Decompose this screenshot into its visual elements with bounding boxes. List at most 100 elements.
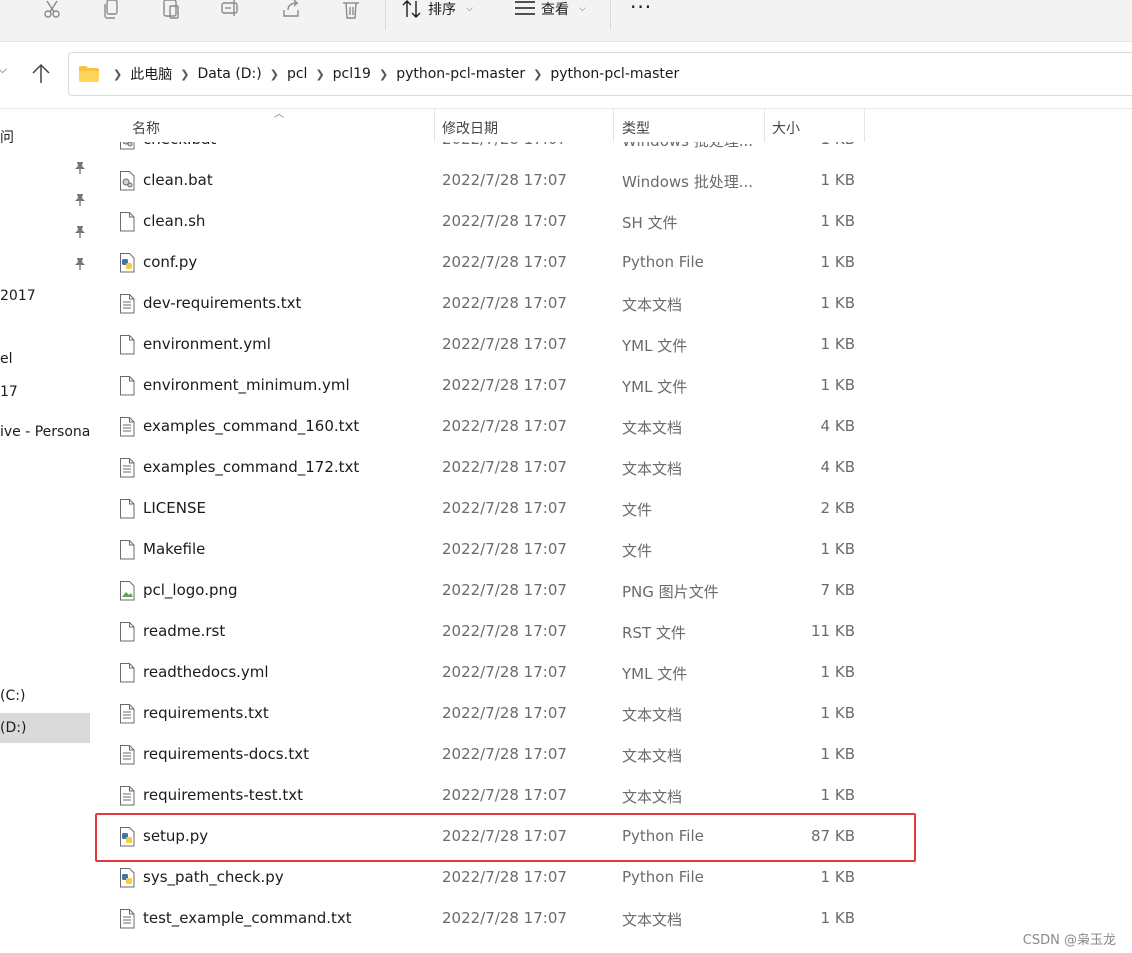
file-size: 7 KB	[820, 581, 855, 599]
file-size: 1 KB	[820, 171, 855, 189]
sidebar-item-drive-d[interactable]: (D:)	[0, 720, 26, 736]
file-type: YML 文件	[622, 665, 688, 683]
delete-icon[interactable]	[337, 0, 365, 20]
file-row[interactable]: examples_command_172.txt 2022/7/28 17:07 文…	[92, 447, 872, 488]
file-size: 1 KB	[820, 540, 855, 558]
python-file-icon	[118, 868, 136, 888]
file-modified-date: 2022/7/28 17:07	[442, 376, 567, 394]
sidebar-item[interactable]: 问	[0, 127, 14, 147]
file-row[interactable]: requirements-test.txt 2022/7/28 17:07 文本文档…	[92, 775, 872, 816]
file-row[interactable]: pcl_logo.png 2022/7/28 17:07 PNG 图片文件 7 KB	[92, 570, 872, 611]
toolbar-separator	[610, 0, 611, 30]
file-row[interactable]: examples_command_160.txt 2022/7/28 17:07 文…	[92, 406, 872, 447]
text-file-icon	[118, 294, 136, 314]
sidebar-item[interactable]: el	[0, 351, 13, 367]
file-modified-date: 2022/7/28 17:07	[442, 622, 567, 640]
breadcrumb-separator-icon[interactable]: ❯	[379, 68, 388, 81]
file-size: 1 KB	[820, 212, 855, 230]
breadcrumb-item[interactable]: 此电脑	[130, 64, 172, 84]
file-row[interactable]: sys_path_check.py 2022/7/28 17:07 Python F…	[92, 857, 872, 898]
file-name: environment.yml	[143, 335, 271, 353]
file-row[interactable]: check.bat 2022/7/28 17:07 Windows 批处理... 1 …	[92, 142, 872, 160]
more-options-button[interactable]: ···	[630, 0, 652, 17]
breadcrumb-separator-icon[interactable]: ❯	[315, 68, 324, 81]
file-row[interactable]: environment.yml 2022/7/28 17:07 YML 文件 1 KB	[92, 324, 872, 365]
file-modified-date: 2022/7/28 17:07	[442, 499, 567, 517]
breadcrumb-separator-icon[interactable]: ❯	[270, 68, 279, 81]
pin-icon	[75, 194, 85, 206]
copy-icon[interactable]	[97, 0, 125, 20]
cut-icon[interactable]	[38, 0, 66, 20]
file-row[interactable]: test_example_command.txt 2022/7/28 17:07 文…	[92, 898, 872, 939]
file-row[interactable]: clean.sh 2022/7/28 17:07 SH 文件 1 KB	[92, 201, 872, 242]
file-size: 1 KB	[821, 142, 855, 148]
file-row[interactable]: clean.bat 2022/7/28 17:07 Windows 批处理... 1 …	[92, 160, 872, 201]
sidebar-item[interactable]: ive - Persona	[0, 424, 90, 440]
column-header-modified-label: 修改日期	[442, 121, 498, 137]
file-row[interactable]: readthedocs.yml 2022/7/28 17:07 YML 文件 1 KB	[92, 652, 872, 693]
file-type: 文本文档	[622, 747, 683, 765]
file-icon	[118, 212, 136, 232]
text-file-icon	[118, 704, 136, 724]
text-file-icon	[118, 745, 136, 765]
file-modified-date: 2022/7/28 17:07	[442, 417, 567, 435]
file-name: environment_minimum.yml	[143, 376, 350, 394]
file-type: Windows 批处理...	[622, 173, 754, 191]
share-icon[interactable]	[277, 0, 305, 20]
rename-icon[interactable]	[217, 0, 245, 20]
file-icon	[118, 376, 136, 396]
file-type: 文件	[622, 501, 653, 519]
file-row[interactable]: environment_minimum.yml 2022/7/28 17:07 YM…	[92, 365, 872, 406]
column-header-name[interactable]: 名称	[92, 109, 434, 142]
file-row[interactable]: requirements-docs.txt 2022/7/28 17:07 文本文档…	[92, 734, 872, 775]
file-row[interactable]: dev-requirements.txt 2022/7/28 17:07 文本文档 1…	[92, 283, 872, 324]
sidebar-item[interactable]: 17	[0, 384, 18, 400]
column-divider[interactable]	[864, 109, 865, 142]
file-modified-date: 2022/7/28 17:07	[442, 663, 567, 681]
breadcrumb-item[interactable]: python-pcl-master	[396, 66, 525, 82]
file-size: 1 KB	[820, 909, 855, 927]
sort-menu[interactable]: 排序 ⌵	[402, 0, 473, 18]
breadcrumb-item[interactable]: Data (D:)	[197, 66, 261, 82]
breadcrumb-item[interactable]: pcl19	[333, 66, 371, 82]
file-name: conf.py	[143, 253, 198, 271]
file-row[interactable]: conf.py 2022/7/28 17:07 Python File 1 KB	[92, 242, 872, 283]
column-header-size[interactable]: 大小	[765, 109, 865, 142]
breadcrumb-item[interactable]: python-pcl-master	[550, 66, 679, 82]
pin-icon	[75, 226, 85, 238]
paste-icon[interactable]	[157, 0, 185, 20]
view-menu[interactable]: 查看 ⌵	[515, 0, 586, 18]
breadcrumb-separator-icon[interactable]: ❯	[533, 68, 542, 81]
file-name: requirements.txt	[143, 704, 269, 722]
file-name: clean.bat	[143, 171, 213, 189]
file-type: 文件	[622, 542, 653, 560]
column-header-type[interactable]: 类型	[614, 109, 764, 142]
file-icon	[118, 622, 136, 642]
column-header-type-label: 类型	[622, 121, 650, 137]
file-row[interactable]: Makefile 2022/7/28 17:07 文件 1 KB	[92, 529, 872, 570]
recent-locations-chevron-icon[interactable]: ⌵	[0, 62, 7, 77]
file-row[interactable]: LICENSE 2022/7/28 17:07 文件 2 KB	[92, 488, 872, 529]
view-label: 查看	[541, 2, 569, 18]
file-modified-date: 2022/7/28 17:07	[442, 704, 567, 722]
sidebar-item-drive-c[interactable]: (C:)	[0, 688, 25, 704]
file-row[interactable]: requirements.txt 2022/7/28 17:07 文本文档 1 KB	[92, 693, 872, 734]
breadcrumb-item[interactable]: pcl	[287, 66, 307, 82]
sort-label: 排序	[428, 2, 456, 18]
breadcrumb-separator-icon[interactable]: ❯	[180, 68, 189, 81]
sort-icon	[402, 0, 421, 18]
file-icon	[118, 540, 136, 560]
file-size: 1 KB	[820, 745, 855, 763]
address-bar[interactable]: ❯ 此电脑 ❯ Data (D:) ❯ pcl ❯ pcl19 ❯ python…	[68, 52, 1132, 96]
file-name: clean.sh	[143, 212, 206, 230]
sidebar-item[interactable]: 2017	[0, 288, 36, 304]
file-modified-date: 2022/7/28 17:07	[442, 909, 567, 927]
file-modified-date: 2022/7/28 17:07	[442, 171, 567, 189]
file-modified-date: 2022/7/28 17:07	[442, 212, 567, 230]
up-arrow-icon[interactable]	[30, 62, 52, 84]
column-header-modified[interactable]: 修改日期	[435, 109, 613, 142]
file-type: 文本文档	[622, 460, 683, 478]
file-size: 1 KB	[820, 253, 855, 271]
file-row[interactable]: readme.rst 2022/7/28 17:07 RST 文件 11 KB	[92, 611, 872, 652]
watermark: CSDN @枭玉龙	[1022, 933, 1116, 948]
